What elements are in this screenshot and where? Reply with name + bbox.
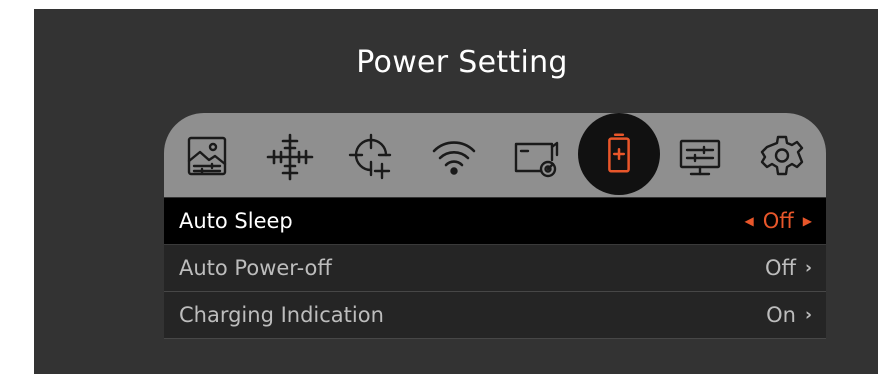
- device-screen: Power Setting Auto Sleep ◀ Off ▶ Auto Po…: [34, 9, 878, 374]
- chevron-right-icon[interactable]: ▶: [803, 214, 812, 228]
- target-add-icon[interactable]: [342, 127, 402, 187]
- row-value: Off: [762, 209, 794, 233]
- row-value-group: Off ›: [765, 256, 812, 280]
- settings-icon-bar: [164, 113, 826, 197]
- wifi-icon[interactable]: [424, 127, 484, 187]
- chevron-right-icon: ›: [804, 305, 812, 325]
- chevron-left-icon[interactable]: ◀: [745, 214, 754, 228]
- auto-power-off-row[interactable]: Auto Power-off Off ›: [164, 245, 826, 292]
- row-value: On: [766, 303, 796, 327]
- display-settings-icon[interactable]: [670, 127, 730, 187]
- row-value-group: On ›: [766, 303, 812, 327]
- gear-icon[interactable]: [752, 127, 812, 187]
- image-settings-icon[interactable]: [178, 127, 238, 187]
- charging-indication-row[interactable]: Charging Indication On ›: [164, 292, 826, 339]
- row-label: Auto Sleep: [179, 209, 293, 233]
- row-label: Auto Power-off: [179, 256, 332, 280]
- video-record-icon[interactable]: [506, 127, 566, 187]
- row-value-selector[interactable]: ◀ Off ▶: [745, 209, 812, 233]
- row-label: Charging Indication: [179, 303, 384, 327]
- power-settings-list: Auto Sleep ◀ Off ▶ Auto Power-off Off › …: [164, 198, 826, 339]
- chevron-right-icon: ›: [804, 258, 812, 278]
- row-value: Off: [764, 256, 796, 280]
- crosshair-icon[interactable]: [260, 127, 320, 187]
- auto-sleep-row[interactable]: Auto Sleep ◀ Off ▶: [164, 198, 826, 245]
- page-title: Power Setting: [356, 45, 568, 80]
- battery-icon[interactable]: [578, 113, 660, 195]
